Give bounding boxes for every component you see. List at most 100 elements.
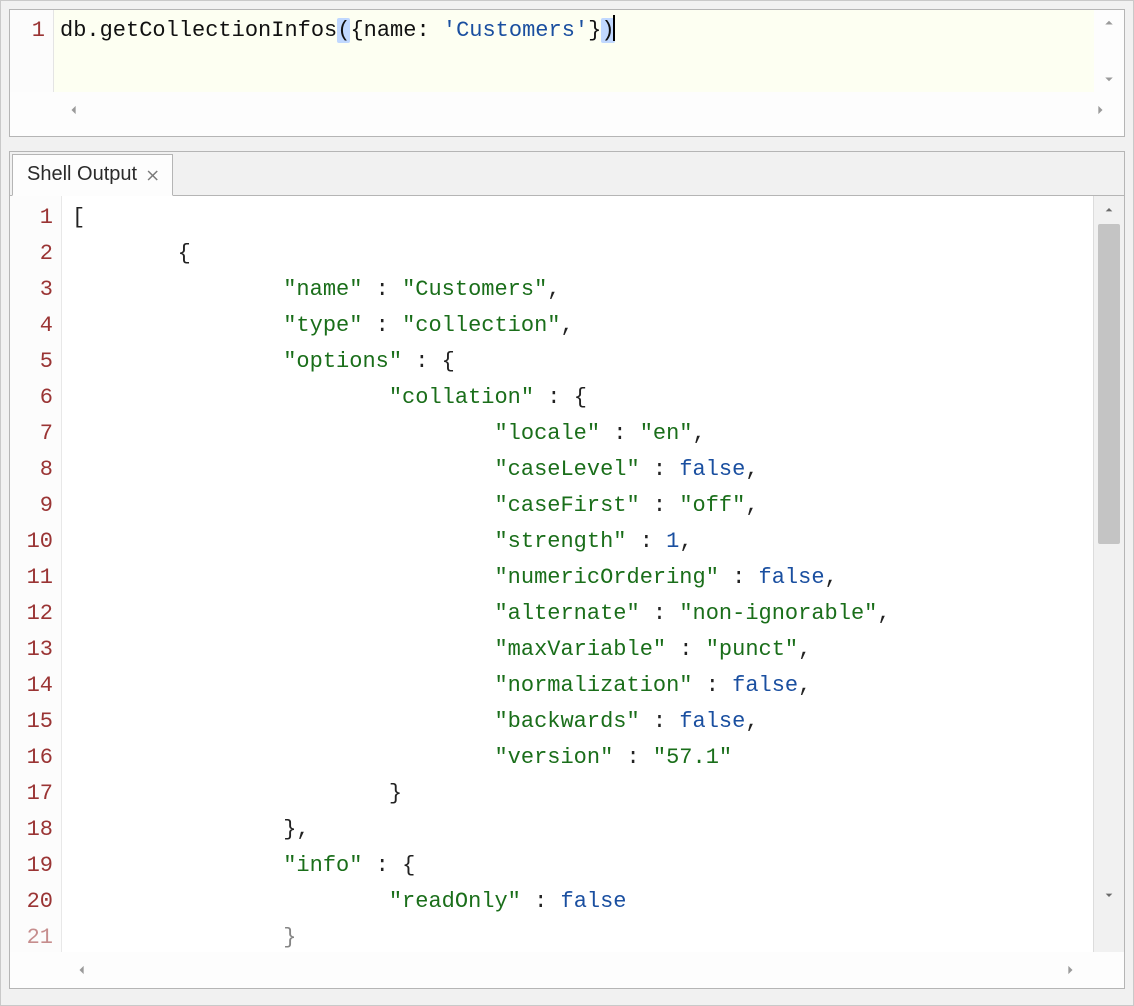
output-token: { [442,349,455,374]
output-line-number: 14 [10,668,53,704]
output-token: , [798,673,811,698]
output-token: "info" [283,853,362,878]
query-token-obj: db [60,18,86,43]
chevron-right-icon [1090,100,1110,120]
output-panel: Shell Output ⨯ 1234567891011121314151617… [9,151,1125,989]
query-editor-body: 1 db.getCollectionInfos({name: 'Customer… [10,10,1124,92]
output-line-number: 17 [10,776,53,812]
output-token: , [547,277,560,302]
output-line: { [72,236,1093,272]
output-line-number: 6 [10,380,53,416]
output-line: "locale" : "en", [72,416,1093,452]
output-token: { [402,853,415,878]
query-token-brace-close: } [588,18,601,43]
output-line: "numericOrdering" : false, [72,560,1093,596]
output-line: "backwards" : false, [72,704,1093,740]
output-token: , [745,493,758,518]
output-token: , [745,709,758,734]
output-token: : [693,673,733,698]
output-line-number: 13 [10,632,53,668]
app-root: 1 db.getCollectionInfos({name: 'Customer… [0,0,1134,1006]
output-body: 123456789101112131415161718192021 [ { "n… [10,196,1124,952]
output-token: "collation" [389,385,534,410]
output-token: "numericOrdering" [494,565,718,590]
output-token: : [666,637,706,662]
chevron-down-icon [1100,70,1118,88]
output-line-gutter: 123456789101112131415161718192021 [10,196,62,952]
query-code-area[interactable]: db.getCollectionInfos({name: 'Customers'… [54,10,1094,92]
output-token: false [679,709,745,734]
output-token: : [640,709,680,734]
output-token: "collection" [402,313,560,338]
output-line: "version" : "57.1" [72,740,1093,776]
tab-label: Shell Output [27,163,137,186]
output-token: "punct" [706,637,798,662]
output-line-number: 12 [10,596,53,632]
scrollbar-thumb[interactable] [1098,224,1120,544]
output-token: } [283,925,296,950]
scroll-up-icon[interactable] [1101,200,1117,225]
output-token: "off" [679,493,745,518]
output-line: "options" : { [72,344,1093,380]
query-token-colon: : [416,18,442,43]
output-line: "strength" : 1, [72,524,1093,560]
output-token: "caseFirst" [494,493,639,518]
output-line: "caseLevel" : false, [72,452,1093,488]
query-horizontal-scroll[interactable] [10,92,1124,128]
output-line: "collation" : { [72,380,1093,416]
output-line: "caseFirst" : "off", [72,488,1093,524]
output-token: : [640,457,680,482]
output-line: "alternate" : "non-ignorable", [72,596,1093,632]
tab-shell-output[interactable]: Shell Output ⨯ [12,154,173,196]
output-token: "locale" [494,421,600,446]
output-token: }, [283,817,309,842]
query-token-key: name [364,18,417,43]
query-token-string: 'Customers' [443,18,588,43]
output-token: "readOnly" [389,889,521,914]
output-token: : [719,565,759,590]
output-line-number: 8 [10,452,53,488]
output-vertical-scrollbar[interactable] [1093,196,1124,952]
chevron-left-icon [64,100,84,120]
output-token: : [534,385,574,410]
output-token: , [877,601,890,626]
output-line: }, [72,812,1093,848]
output-line-number: 11 [10,560,53,596]
chevron-right-icon [1060,960,1080,980]
query-token-paren-open: ( [337,18,350,43]
output-token: : [600,421,640,446]
output-token: false [561,889,627,914]
output-token: "caseLevel" [494,457,639,482]
output-token: false [759,565,825,590]
output-token: "name" [283,277,362,302]
output-line-number: 19 [10,848,53,884]
scroll-down-icon[interactable] [1101,885,1117,910]
query-vertical-scroll[interactable] [1094,10,1124,92]
output-token: "type" [283,313,362,338]
output-token: "version" [494,745,613,770]
output-line-number: 9 [10,488,53,524]
output-token: false [679,457,745,482]
output-token: : [402,349,442,374]
output-line-number: 10 [10,524,53,560]
output-code-area[interactable]: [ { "name" : "Customers", "type" : "coll… [62,196,1093,952]
output-token: "maxVariable" [494,637,666,662]
output-line-number: 1 [10,200,53,236]
output-token: 1 [666,529,679,554]
output-horizontal-scroll[interactable] [10,952,1124,988]
output-token: : [362,277,402,302]
output-token: , [679,529,692,554]
query-line-gutter: 1 [10,10,54,92]
output-token: "alternate" [494,601,639,626]
query-editor-panel: 1 db.getCollectionInfos({name: 'Customer… [9,9,1125,137]
output-token: , [561,313,574,338]
output-line-number: 7 [10,416,53,452]
close-icon[interactable]: ⨯ [145,166,160,184]
output-line: [ [72,200,1093,236]
output-line: "name" : "Customers", [72,272,1093,308]
output-token: : [613,745,653,770]
output-token: "normalization" [494,673,692,698]
output-token: "non-ignorable" [679,601,877,626]
output-line: "readOnly" : false [72,884,1093,920]
output-token: false [732,673,798,698]
